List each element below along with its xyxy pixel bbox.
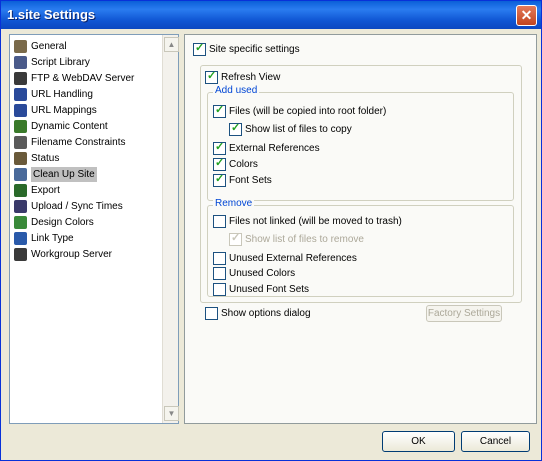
cancel-button[interactable]: Cancel bbox=[461, 431, 530, 452]
close-icon: ✕ bbox=[520, 7, 533, 23]
ftp-server-icon bbox=[14, 72, 27, 85]
tree-item-status[interactable]: Status bbox=[14, 151, 59, 166]
filename-constraints-icon bbox=[14, 136, 27, 149]
tree-item-url-mappings[interactable]: URL Mappings bbox=[14, 103, 97, 118]
show-list-copy-checkbox[interactable]: Show list of files to copy bbox=[229, 121, 352, 136]
tree-item-filename-constraints[interactable]: Filename Constraints bbox=[14, 135, 125, 150]
tree-item-label: URL Mappings bbox=[31, 105, 97, 116]
font-sets-checkbox[interactable]: Font Sets bbox=[213, 172, 272, 187]
title-bar[interactable]: 1.site Settings ✕ bbox=[1, 1, 541, 29]
settings-panel: Site specific settings Refresh View Add … bbox=[184, 34, 537, 424]
tree-item-label: Design Colors bbox=[31, 217, 94, 228]
tree-item-url-handling[interactable]: URL Handling bbox=[14, 87, 93, 102]
add-used-title: Add used bbox=[213, 85, 260, 96]
upload-sync-icon bbox=[14, 200, 27, 213]
tree-item-ftp-webdav-server[interactable]: FTP & WebDAV Server bbox=[14, 71, 134, 86]
tree-item-label: FTP & WebDAV Server bbox=[31, 73, 135, 84]
tree-item-label: Export bbox=[31, 185, 60, 196]
tree-item-label: General bbox=[31, 41, 67, 52]
ok-button[interactable]: OK bbox=[382, 431, 455, 452]
tree-item-general[interactable]: General bbox=[14, 39, 67, 54]
tree-item-label: Script Library bbox=[31, 57, 90, 68]
tree-item-label: Dynamic Content bbox=[31, 121, 108, 132]
tree-scrollbar[interactable]: ▲ ▼ bbox=[162, 35, 179, 423]
url-mappings-icon bbox=[14, 104, 27, 117]
colors-checkbox[interactable]: Colors bbox=[213, 156, 258, 171]
files-copy-checkbox[interactable]: Files (will be copied into root folder) bbox=[213, 103, 386, 118]
category-tree: General Script Library FTP & WebDAV Server… bbox=[9, 34, 179, 424]
factory-settings-button: Factory Settings bbox=[426, 305, 502, 322]
tree-item-label: Workgroup Server bbox=[31, 249, 112, 260]
tree-item-upload-sync-times[interactable]: Upload / Sync Times bbox=[14, 199, 123, 214]
settings-window: 1.site Settings ✕ General Script Library F… bbox=[0, 0, 542, 461]
tree-item-label: Upload / Sync Times bbox=[31, 201, 123, 212]
tree-item-script-library[interactable]: Script Library bbox=[14, 55, 90, 70]
tree-item-design-colors[interactable]: Design Colors bbox=[14, 215, 94, 230]
show-options-dialog-checkbox[interactable]: Show options dialog bbox=[205, 307, 311, 320]
workgroup-server-icon bbox=[14, 248, 27, 261]
show-list-remove-checkbox: Show list of files to remove bbox=[229, 231, 364, 246]
remove-title: Remove bbox=[213, 198, 255, 209]
link-type-icon bbox=[14, 232, 27, 245]
window-title: 1.site Settings bbox=[7, 7, 96, 22]
clean-up-site-icon bbox=[14, 168, 27, 181]
site-specific-checkbox[interactable]: Site specific settings bbox=[193, 41, 300, 56]
external-references-checkbox[interactable]: External References bbox=[213, 140, 320, 155]
scroll-down-button[interactable]: ▼ bbox=[164, 406, 179, 421]
tree-item-dynamic-content[interactable]: Dynamic Content bbox=[14, 119, 108, 134]
scroll-up-button[interactable]: ▲ bbox=[164, 37, 179, 52]
tree-item-label: Link Type bbox=[31, 233, 74, 244]
files-not-linked-checkbox[interactable]: Files not linked (will be moved to trash… bbox=[213, 215, 402, 228]
tree-item-clean-up-site[interactable]: Clean Up Site bbox=[14, 167, 97, 182]
unused-font-sets-checkbox[interactable]: Unused Font Sets bbox=[213, 283, 309, 296]
url-handling-icon bbox=[14, 88, 27, 101]
tree-item-export[interactable]: Export bbox=[14, 183, 60, 198]
tree-item-workgroup-server[interactable]: Workgroup Server bbox=[14, 247, 112, 262]
dynamic-content-icon bbox=[14, 120, 27, 133]
refresh-view-checkbox[interactable]: Refresh View bbox=[205, 69, 280, 84]
tree-item-label: URL Handling bbox=[31, 89, 93, 100]
unused-external-checkbox[interactable]: Unused External References bbox=[213, 252, 357, 265]
export-icon bbox=[14, 184, 27, 197]
tree-item-link-type[interactable]: Link Type bbox=[14, 231, 74, 246]
tree-item-label: Filename Constraints bbox=[31, 137, 126, 148]
tree-item-label: Clean Up Site bbox=[31, 167, 97, 182]
design-colors-icon bbox=[14, 216, 27, 229]
status-icon bbox=[14, 152, 27, 165]
close-button[interactable]: ✕ bbox=[516, 5, 537, 26]
general-icon bbox=[14, 40, 27, 53]
tree-item-label: Status bbox=[31, 153, 60, 164]
script-library-icon bbox=[14, 56, 27, 69]
unused-colors-checkbox[interactable]: Unused Colors bbox=[213, 267, 295, 280]
